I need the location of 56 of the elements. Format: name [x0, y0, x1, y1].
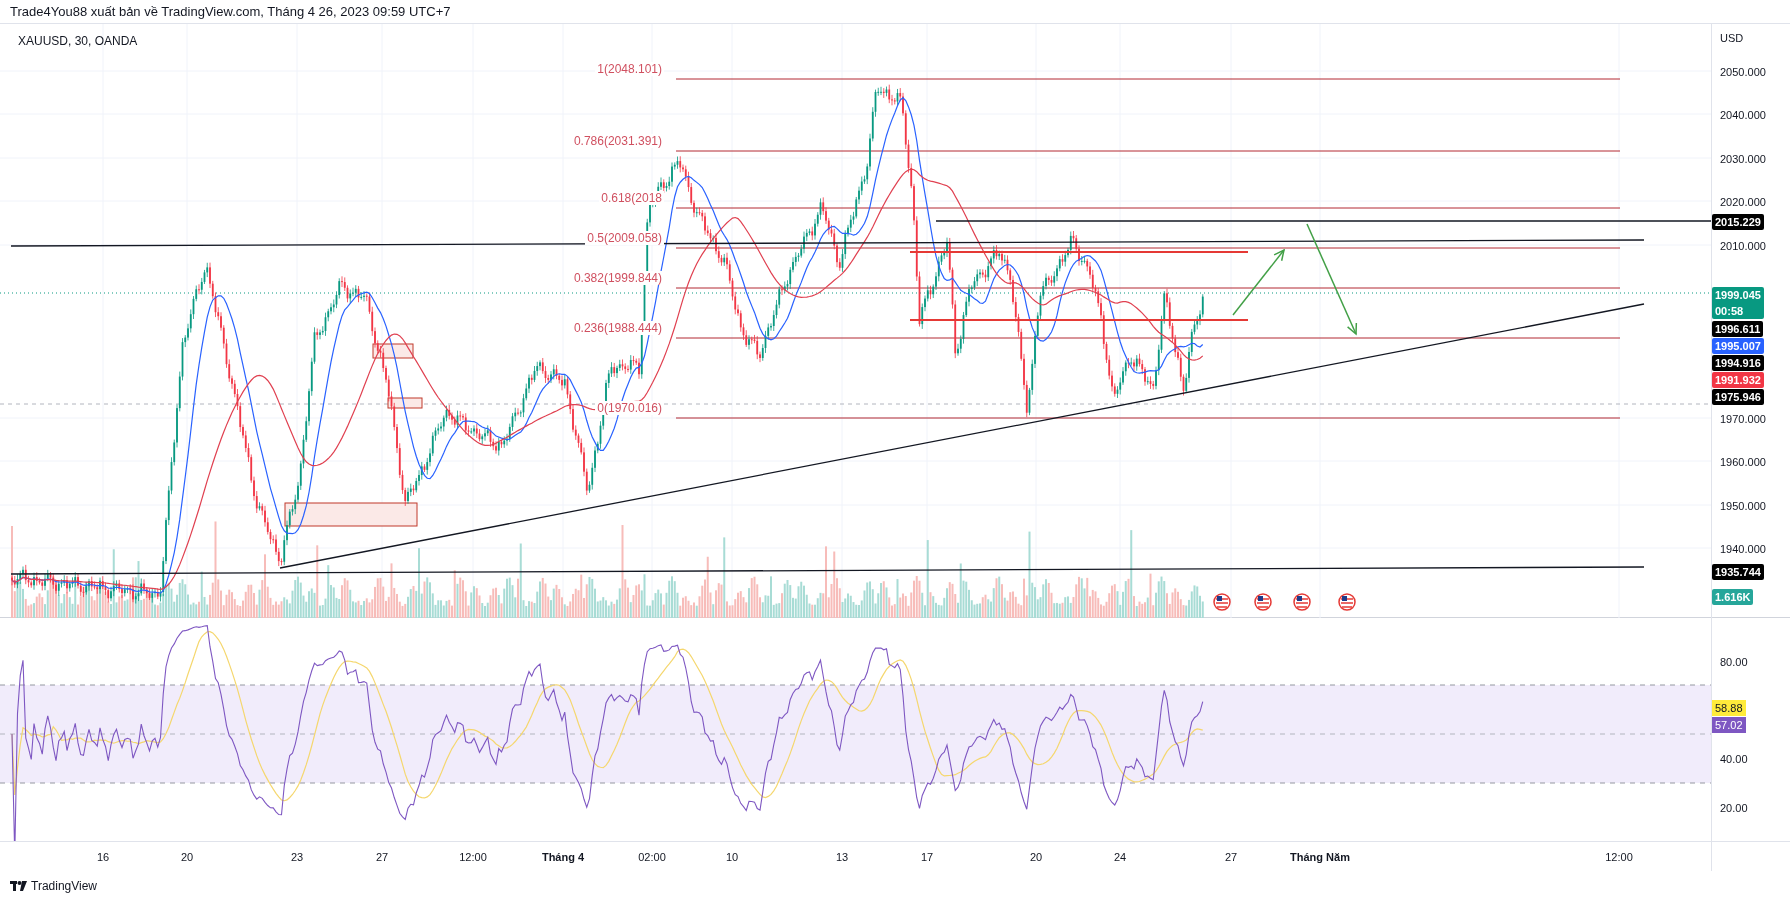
- fibonacci-level-label: 0.236(1988.444): [571, 320, 664, 335]
- time-axis-label: 10: [725, 849, 739, 865]
- rsi-value-tag: 58.88: [1712, 699, 1746, 716]
- time-axis-label: 12:00: [1605, 849, 1633, 865]
- currency-label: USD: [1720, 30, 1744, 46]
- time-axis-label: 13: [835, 849, 849, 865]
- price-tag: 1999.045 00:58: [1712, 286, 1764, 319]
- price-axis-label: 2030.000: [1720, 151, 1766, 167]
- time-axis-label: 02:00: [638, 849, 666, 865]
- zone-rectangle: [387, 397, 423, 409]
- flag-icon[interactable]: [1254, 592, 1272, 611]
- price-axis-label: 1960.000: [1720, 454, 1766, 470]
- price-tag: 1991.932: [1712, 371, 1764, 388]
- symbol-label: XAUUSD, 30, OANDA: [18, 32, 138, 50]
- time-axis-label: 16: [96, 849, 110, 865]
- fibonacci-level-label: 1(2048.101): [595, 61, 664, 76]
- time-axis-label: 27: [375, 849, 389, 865]
- price-tag: 1994.916: [1712, 354, 1764, 371]
- rsi-axis-label: 20.00: [1720, 800, 1748, 816]
- flag-icon[interactable]: [1338, 592, 1356, 611]
- rsi-axis-label: 40.00: [1720, 751, 1748, 767]
- time-axis-label: 17: [920, 849, 934, 865]
- time-axis-label: 20: [180, 849, 194, 865]
- price-axis-label: 2050.000: [1720, 64, 1766, 80]
- time-axis-label: 20: [1029, 849, 1043, 865]
- time-axis-label: 24: [1113, 849, 1127, 865]
- publish-info: Trade4You88 xuất bản về TradingView.com, Tháng 4 26, 2023 09:59 UTC+7: [10, 2, 451, 21]
- time-axis-label: Tháng Năm: [1290, 849, 1350, 865]
- price-axis-label: 1940.000: [1720, 541, 1766, 557]
- price-axis-label: 2020.000: [1720, 194, 1766, 210]
- time-axis-label: 12:00: [459, 849, 487, 865]
- flag-icon[interactable]: [1293, 592, 1311, 611]
- price-axis-label: 1950.000: [1720, 498, 1766, 514]
- up-arrow: [1232, 248, 1286, 316]
- price-tag: 1975.946: [1712, 388, 1764, 405]
- price-tag: 1996.611: [1712, 320, 1764, 337]
- price-tag: 1935.744: [1712, 563, 1764, 580]
- fibonacci-level-label: 0.5(2009.058): [585, 230, 664, 245]
- time-axis-label: Tháng 4: [541, 849, 585, 865]
- fibonacci-level-label: 0.786(2031.391): [571, 133, 664, 148]
- flag-icon[interactable]: [1213, 592, 1231, 611]
- brand-name: TradingView: [31, 877, 98, 895]
- price-axis-label: 2010.000: [1720, 238, 1766, 254]
- price-axis-label: 1970.000: [1720, 411, 1766, 427]
- fibonacci-level-label: 0(1970.016): [595, 400, 664, 415]
- time-axis-label: 23: [290, 849, 304, 865]
- time-axis-label: 27: [1224, 849, 1238, 865]
- price-tag: 1995.007: [1712, 337, 1764, 354]
- fibonacci-level-label: 0.382(1999.844): [571, 270, 664, 285]
- rsi-axis-label: 80.00: [1720, 654, 1748, 670]
- price-tag: 1.616K: [1712, 588, 1754, 605]
- logo-icon: [10, 880, 27, 891]
- price-tag: 2015.229: [1712, 213, 1764, 230]
- price-axis-label: 2040.000: [1720, 107, 1766, 123]
- fibonacci-level-label: 0.618(2018: [599, 190, 664, 205]
- rsi-value-tag: 57.02: [1712, 716, 1746, 733]
